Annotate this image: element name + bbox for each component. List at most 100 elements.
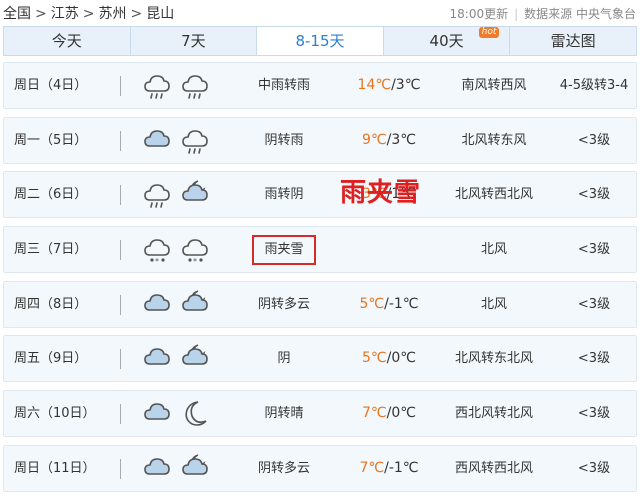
tab-label: 7天 — [181, 32, 206, 50]
weather-icons — [142, 342, 210, 376]
tab-label: 雷达图 — [550, 32, 596, 50]
tab-label: 40天 — [429, 32, 464, 50]
breadcrumb-sep: > — [82, 6, 95, 22]
moon-cloud-icon — [180, 178, 210, 212]
forecast-row: 周五（9日） 阴 5℃/0℃ 北风转东北风 <3级 — [3, 335, 637, 383]
row-divider — [120, 404, 121, 425]
temp-low: /3℃ — [386, 131, 416, 148]
wind-level: <3级 — [577, 296, 611, 312]
weather-icons: * * — [142, 233, 210, 267]
row-divider — [120, 294, 121, 315]
tab-4[interactable]: 雷达图 — [510, 27, 636, 55]
forecast-day: 周四（8日） — [14, 296, 88, 312]
weather-desc-text: 阴 — [277, 351, 291, 367]
row-divider — [120, 130, 121, 151]
cloud-icon — [142, 288, 172, 322]
temp-high: 14℃ — [357, 77, 392, 93]
row-divider — [120, 185, 121, 206]
wind-level: <3级 — [577, 406, 611, 422]
weather-desc-text: 雨转阴 — [264, 187, 304, 203]
forecast-day: 周日（4日） — [14, 78, 88, 93]
tab-2[interactable]: 8-15天 — [257, 27, 384, 55]
temp-high: 9℃ — [362, 131, 387, 148]
tab-label: 今天 — [51, 32, 82, 50]
weather-desc: 阴转多云 — [234, 282, 334, 327]
forecast-day: 周五（9日） — [14, 351, 88, 367]
breadcrumb-jiangsu[interactable]: 江苏 — [51, 6, 79, 22]
row-divider — [120, 240, 121, 261]
temperature: 7℃/-1℃ — [344, 446, 434, 491]
wind-direction: 西北风转北风 — [454, 406, 533, 422]
wind-level: <3级 — [577, 187, 611, 203]
wind-level: <3级 — [577, 460, 611, 476]
tab-label: 8-15天 — [295, 32, 345, 50]
hot-badge: hot — [478, 27, 500, 38]
moon-cloud-icon — [180, 342, 210, 376]
temp-high: 7℃ — [362, 405, 387, 422]
forecast-row: 周三（7日） * * 雨夹雪 北风 <3级 — [3, 226, 637, 274]
wind-direction: 北风 — [480, 242, 507, 258]
breadcrumb: 全国 > 江苏 > 苏州 > 昆山 — [3, 3, 174, 23]
forecast-row: 周日（4日） 中雨转雨 14℃/3℃ 南风转西风 4-5级转3-4 — [3, 62, 637, 109]
temp-high: 5℃ — [362, 350, 387, 367]
row-divider — [120, 76, 121, 96]
cloud-icon — [142, 397, 172, 431]
temperature: 7℃/0℃ — [344, 391, 434, 436]
cloud-icon — [142, 342, 172, 376]
temperature: 14℃/3℃ — [344, 63, 434, 108]
sleet-cloud-icon: * — [180, 233, 210, 267]
top-bar: 全国 > 江苏 > 苏州 > 昆山 18:00更新 | 数据来源 中央气象台 — [0, 0, 640, 24]
weather-desc-text: 阴转多云 — [257, 296, 310, 312]
forecast-tabs: 今天 7天 8-15天 40天 hot 雷达图 — [3, 26, 637, 56]
forecast-day: 周三（7日） — [14, 242, 88, 258]
data-source: 数据来源 中央气象台 — [524, 7, 636, 21]
forecast-row: 周日（11日） 阴转多云 7℃/-1℃ 西风转西北风 <3级 — [3, 444, 637, 492]
tab-1[interactable]: 7天 — [131, 27, 258, 55]
weather-desc-text: 中雨转雨 — [257, 78, 310, 93]
temperature — [344, 227, 434, 272]
update-time: 18:00更新 — [449, 7, 509, 21]
tab-0[interactable]: 今天 — [4, 27, 131, 55]
weather-desc: 雨夹雪 — [234, 227, 334, 272]
wind-direction: 北风转东北风 — [454, 351, 533, 367]
weather-desc: 阴转雨 — [234, 118, 334, 163]
forecast-row: 周四（8日） 阴转多云 5℃/-1℃ 北风 <3级 — [3, 280, 637, 328]
rain-cloud-icon — [142, 178, 172, 212]
weather-desc: 阴转多云 — [234, 446, 334, 491]
forecast-row: 周二（6日） 雨转阴 3℃/1℃ 北风转西北风 <3级 — [3, 171, 637, 219]
wind-direction: 南风转西风 — [461, 78, 527, 93]
moon-cloud-icon — [180, 452, 210, 486]
weather-desc: 阴 — [234, 336, 334, 381]
meta-divider: | — [514, 7, 519, 21]
cloud-icon — [142, 452, 172, 486]
temp-low: /0℃ — [386, 350, 416, 367]
weather-desc-text: 阴转雨 — [264, 132, 304, 148]
weather-desc: 中雨转雨 — [234, 63, 334, 108]
breadcrumb-sep: > — [130, 6, 143, 22]
tab-3[interactable]: 40天 hot — [384, 27, 511, 55]
weather-desc: 雨转阴 — [234, 172, 334, 217]
forecast-row: 周六（10日） 阴转晴 7℃/0℃ 西北风转北风 <3级 — [3, 390, 637, 438]
wind-level: <3级 — [577, 351, 611, 367]
weather-desc-text: 阴转多云 — [257, 460, 310, 476]
temp-low: /0℃ — [386, 405, 416, 422]
row-divider — [120, 458, 121, 479]
wind-direction: 北风转西北风 — [454, 187, 533, 203]
update-meta: 18:00更新 | 数据来源 中央气象台 — [450, 5, 636, 22]
wind-level: 4-5级转3-4 — [559, 78, 629, 93]
weather-icons — [142, 178, 210, 212]
wind-direction: 北风 — [480, 296, 507, 312]
breadcrumb-suzhou[interactable]: 苏州 — [98, 6, 126, 22]
rain-cloud-icon — [180, 124, 210, 158]
weather-desc-text: 雨夹雪 — [252, 235, 316, 266]
temp-low: /-1℃ — [384, 459, 419, 476]
breadcrumb-national[interactable]: 全国 — [3, 6, 31, 22]
forecast-day: 周日（11日） — [14, 460, 96, 476]
weather-desc: 阴转晴 — [234, 391, 334, 436]
rain-cloud-icon — [180, 69, 210, 103]
breadcrumb-kunshan[interactable]: 昆山 — [146, 6, 174, 22]
forecast-row: 周一（5日） 阴转雨 9℃/3℃ 北风转东风 <3级 — [3, 116, 637, 164]
wind-direction: 西风转西北风 — [454, 460, 533, 476]
temp-high: 5℃ — [359, 295, 385, 312]
forecast-day: 周二（6日） — [14, 187, 88, 203]
